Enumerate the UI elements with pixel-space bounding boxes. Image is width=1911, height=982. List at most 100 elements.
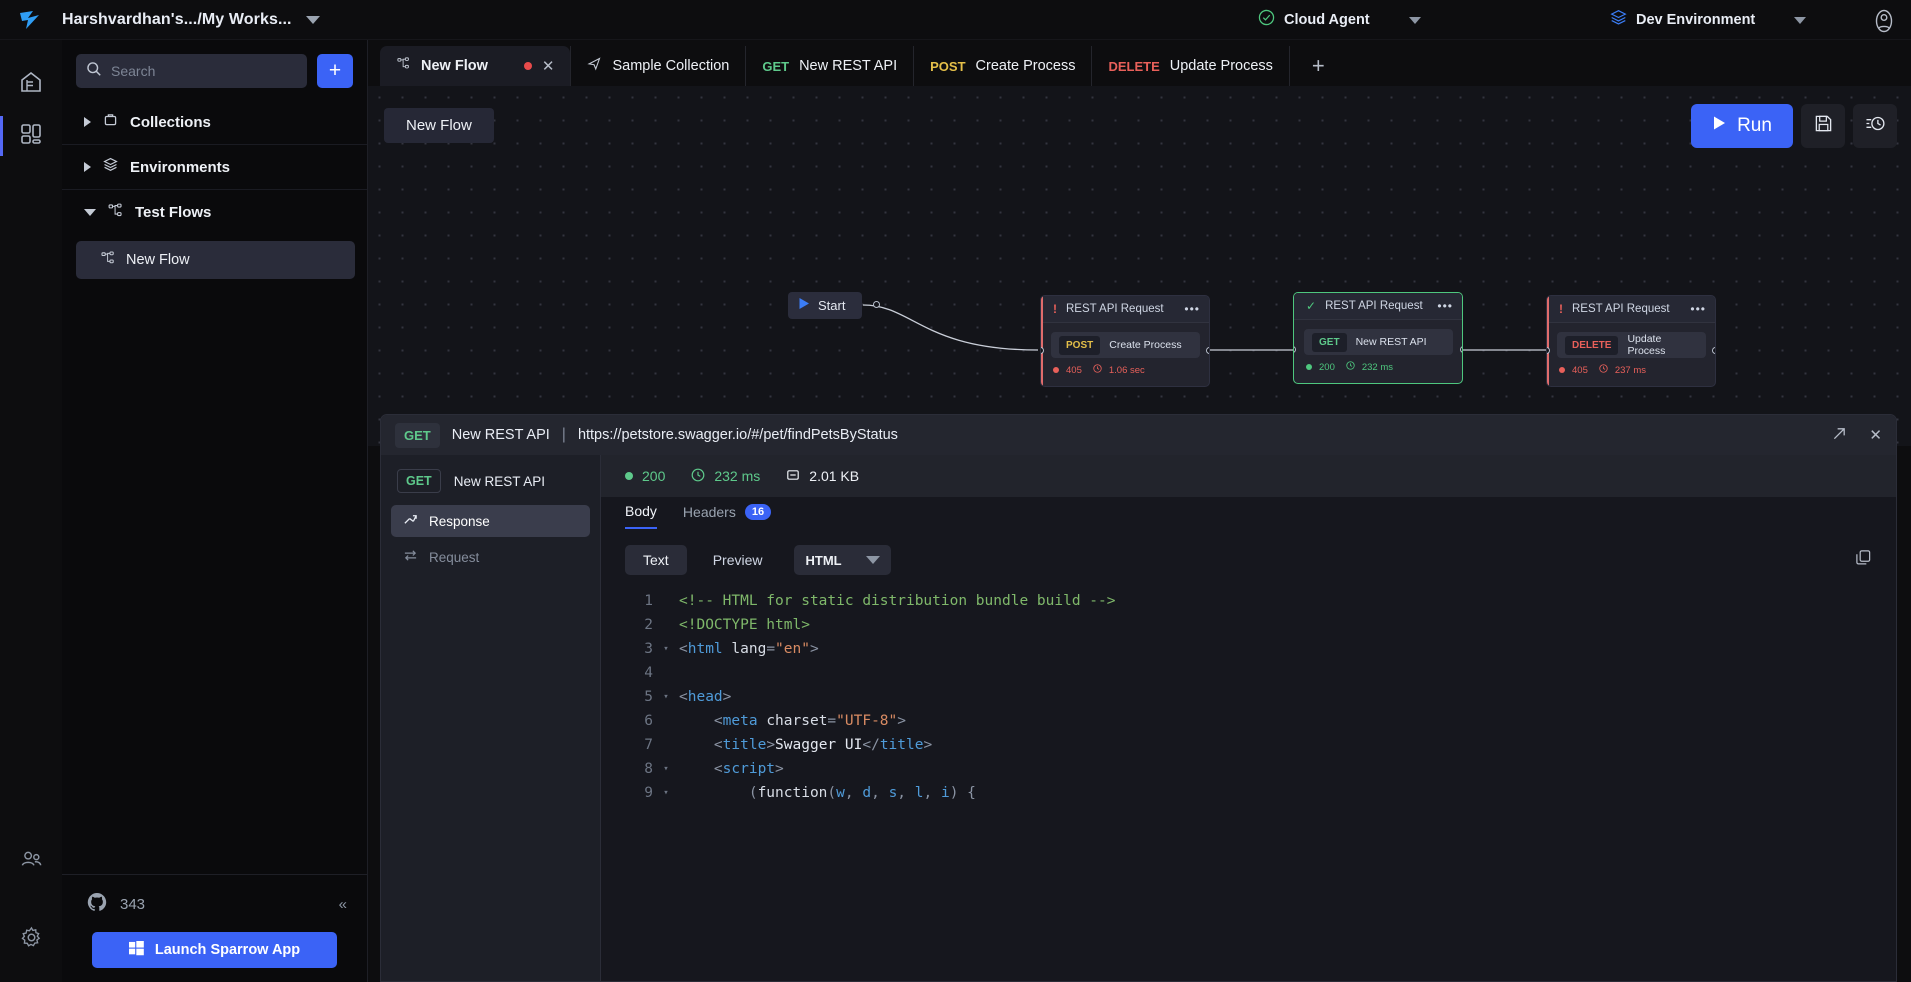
sidebar-item-request[interactable]: Request: [391, 541, 590, 573]
tab-sample-collection[interactable]: Sample Collection: [570, 46, 745, 86]
sidebar-tree: Collections Environments Test Flows New …: [62, 100, 367, 874]
sparrow-logo-icon[interactable]: [0, 9, 62, 31]
node-method-badge: DELETE: [1565, 335, 1619, 355]
format-select[interactable]: HTML: [794, 545, 891, 575]
github-stars-row[interactable]: 343 «: [76, 889, 353, 932]
node-accent-bar: [1547, 296, 1549, 386]
tab-headers[interactable]: Headers 16: [683, 504, 772, 528]
tab-update-process[interactable]: DELETE Update Process: [1091, 46, 1288, 86]
node-title: REST API Request: [1572, 303, 1670, 315]
code-line: 3 ▾ <html lang="en">: [601, 637, 1896, 661]
node-accent-bar: [1041, 296, 1043, 386]
chevron-down-icon: [865, 556, 880, 564]
flow-connectors: [862, 304, 1548, 351]
rail-item-workspaces[interactable]: [0, 110, 62, 162]
format-select-value: HTML: [805, 552, 842, 568]
node-duration: 1.06 sec: [1108, 364, 1145, 376]
cloud-agent-selector[interactable]: Cloud Agent: [1258, 0, 1421, 40]
people-icon: [19, 847, 44, 877]
close-icon[interactable]: ✕: [1869, 426, 1882, 444]
tab-new-rest-api[interactable]: GET New REST API: [745, 46, 913, 86]
node-rest-api-request-1[interactable]: ! REST API Request ••• POST Create Proce…: [1040, 295, 1210, 387]
add-button[interactable]: +: [317, 54, 353, 88]
sidebar-item-new-flow[interactable]: New Flow: [76, 241, 355, 279]
chevron-down-icon[interactable]: [84, 209, 96, 216]
copy-icon[interactable]: [1855, 549, 1872, 571]
rail-item-home[interactable]: [0, 58, 62, 110]
clock-icon: [1599, 364, 1608, 376]
response-header-separator: |: [561, 426, 566, 443]
start-output-port[interactable]: [873, 301, 880, 308]
node-menu-icon[interactable]: •••: [1437, 299, 1453, 313]
response-stats: 200 232 ms 2.01 KB: [601, 455, 1896, 497]
sidebar-item-response[interactable]: Response: [391, 505, 590, 537]
node-request-chip[interactable]: POST Create Process: [1051, 332, 1200, 358]
node-rest-api-request-3[interactable]: ! REST API Request ••• DELETE Update Pro…: [1546, 295, 1716, 387]
sidebar: + Collections Environments: [62, 40, 368, 982]
response-code-viewer[interactable]: 1 <!-- HTML for static distribution bundl…: [601, 585, 1896, 981]
cloud-agent-chevron-down-icon[interactable]: [1408, 16, 1421, 24]
view-text-button[interactable]: Text: [625, 545, 687, 575]
fold-arrow-icon[interactable]: ▾: [657, 685, 675, 709]
fold-arrow-icon[interactable]: ▾: [657, 637, 675, 661]
search-icon: [86, 61, 102, 82]
node-request-chip[interactable]: DELETE Update Process: [1557, 332, 1706, 358]
environment-chevron-down-icon[interactable]: [1794, 16, 1807, 24]
node-title: REST API Request: [1066, 303, 1164, 315]
line-number: 5: [644, 689, 653, 705]
github-star-count: 343: [120, 896, 146, 913]
fold-arrow-icon[interactable]: ▾: [657, 781, 675, 805]
environment-selector[interactable]: Dev Environment: [1610, 0, 1807, 40]
node-request-name: Create Process: [1109, 339, 1182, 351]
sidebar-footer: 343 « Launch Sparrow App: [62, 874, 367, 982]
node-output-port[interactable]: [1712, 347, 1715, 354]
sidebar-item-environments[interactable]: Environments: [62, 145, 367, 190]
workspace-title[interactable]: Harshvardhan's.../My Works...: [62, 11, 292, 29]
node-menu-icon[interactable]: •••: [1184, 302, 1200, 316]
response-panel-header: GET New REST API | https://petstore.swag…: [381, 415, 1896, 455]
sidebar-item-label: Test Flows: [135, 204, 212, 221]
search-input[interactable]: [111, 63, 297, 79]
node-output-port[interactable]: [1206, 347, 1209, 354]
node-request-chip[interactable]: GET New REST API: [1304, 329, 1453, 355]
response-controls: Text Preview HTML: [601, 535, 1896, 585]
start-node[interactable]: Start: [788, 292, 880, 319]
node-output-port[interactable]: [1460, 346, 1462, 353]
add-tab-button[interactable]: +: [1288, 46, 1347, 86]
response-main: 200 232 ms 2.01 KB Body Headers 16 Text …: [601, 455, 1896, 981]
sidebar-item-label: Environments: [130, 158, 231, 176]
nav-rail: [0, 40, 62, 982]
node-body: GET New REST API 200 232 ms: [1294, 320, 1462, 383]
rail-item-settings[interactable]: [0, 914, 62, 966]
launch-sparrow-app-button[interactable]: Launch Sparrow App: [92, 932, 337, 968]
workspace-chevron-down-icon[interactable]: [305, 15, 320, 24]
grid-icon: [18, 121, 44, 152]
search-box[interactable]: [76, 54, 307, 88]
fold-arrow-icon[interactable]: ▾: [657, 757, 675, 781]
expand-arrow-icon[interactable]: [1832, 426, 1847, 445]
flow-canvas[interactable]: New Flow Run Start ! REST API Request ••…: [368, 86, 1911, 446]
sidebar-item-collections[interactable]: Collections: [62, 100, 367, 145]
status-code: 200: [642, 468, 666, 484]
tab-close-icon[interactable]: ✕: [542, 59, 555, 74]
line-number: 8: [644, 761, 653, 777]
tab-method-badge: GET: [762, 58, 790, 74]
node-rest-api-request-2[interactable]: ✓ REST API Request ••• GET New REST API …: [1293, 292, 1463, 384]
view-preview-button[interactable]: Preview: [695, 545, 781, 575]
response-panel-body: GET New REST API Response Request 200 23…: [381, 455, 1896, 981]
request-icon: [403, 548, 418, 566]
sidebar-item-test-flows[interactable]: Test Flows: [62, 190, 367, 235]
chevron-right-icon[interactable]: [84, 117, 91, 127]
tab-new-flow[interactable]: New Flow ✕: [380, 46, 571, 86]
node-menu-icon[interactable]: •••: [1690, 302, 1706, 316]
tab-body[interactable]: Body: [625, 503, 657, 529]
chevron-double-left-icon[interactable]: «: [339, 896, 347, 913]
user-avatar-icon[interactable]: [1871, 8, 1897, 34]
rail-item-community[interactable]: [0, 836, 62, 888]
chevron-right-icon[interactable]: [84, 162, 91, 172]
tab-create-process[interactable]: POST Create Process: [913, 46, 1091, 86]
warning-exclamation-icon: !: [1053, 302, 1057, 316]
node-status-code: 405: [1572, 364, 1588, 376]
line-number: 4: [644, 665, 653, 681]
code-line-source: <!DOCTYPE html>: [679, 617, 810, 633]
